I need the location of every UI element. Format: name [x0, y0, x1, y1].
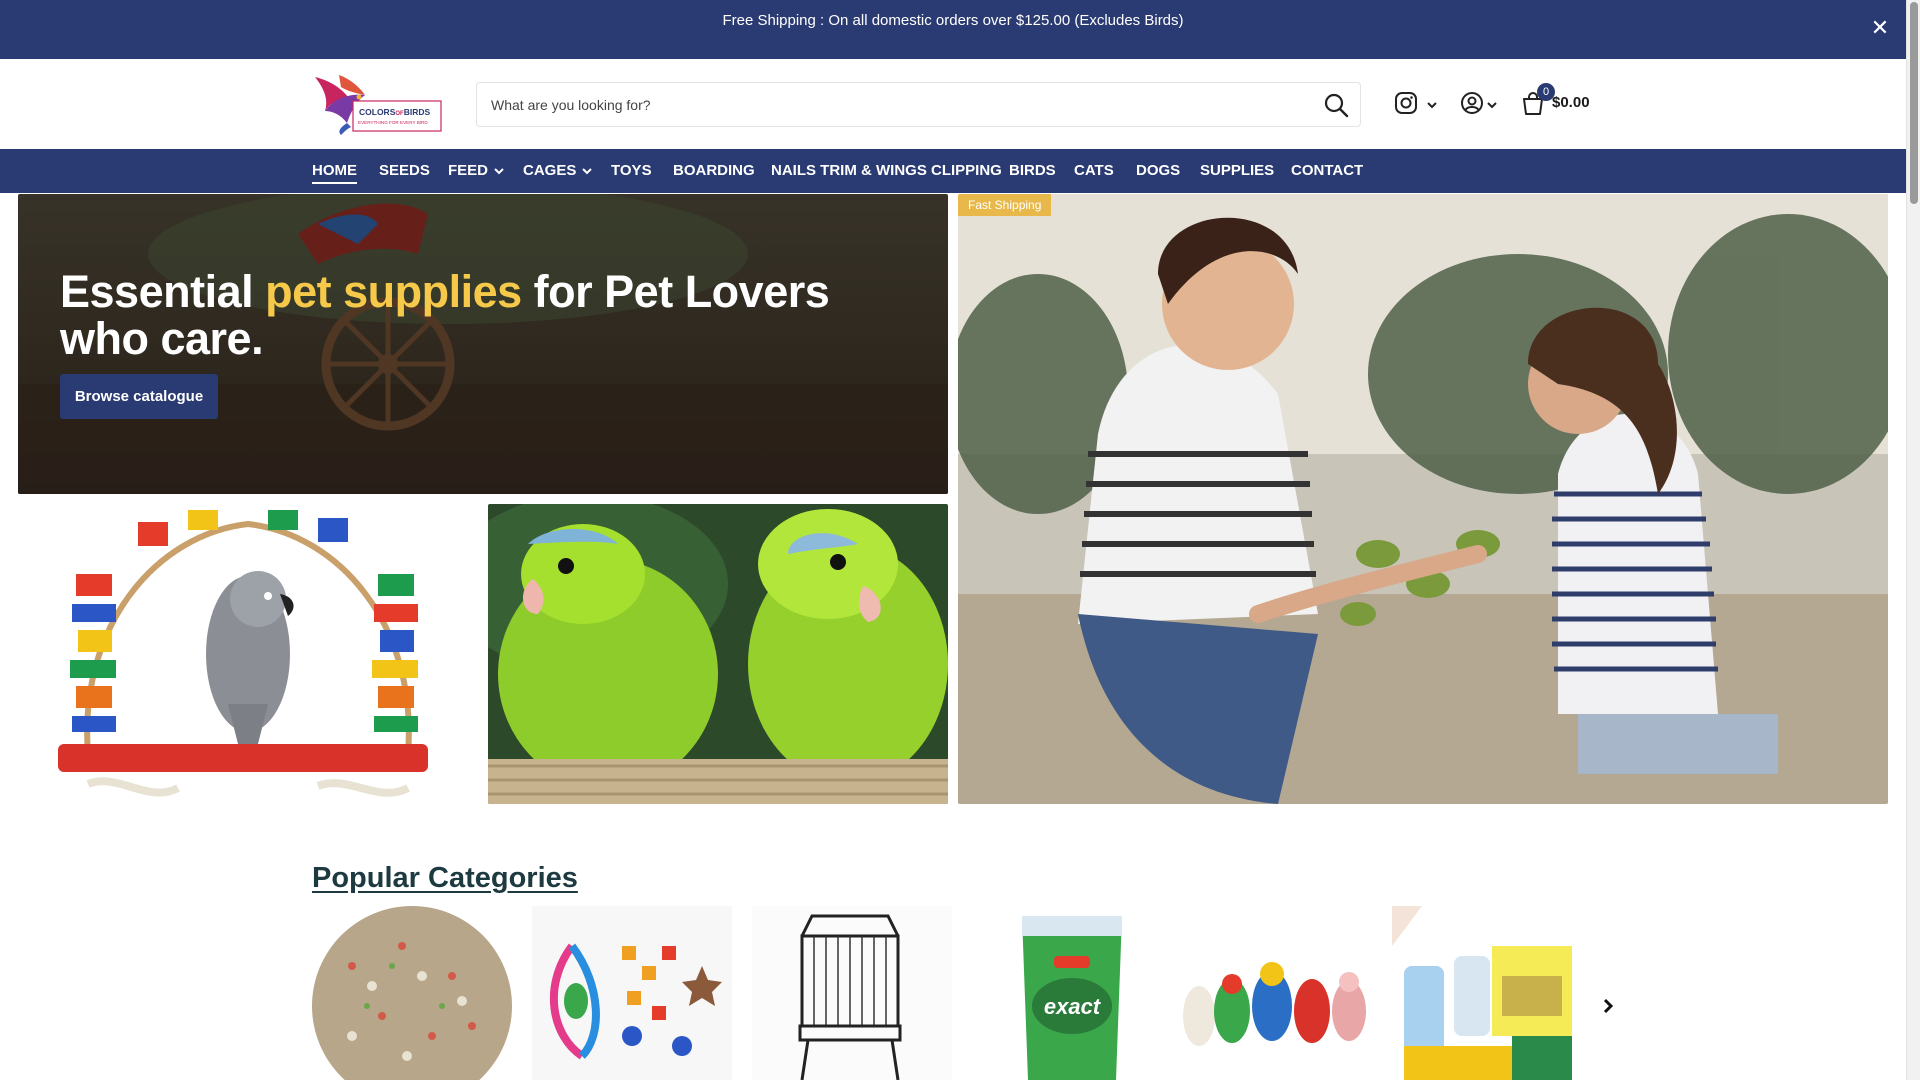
site-header: COLORSOFBIRDS EVERYTHING FOR EVERY BIRD [0, 59, 1906, 149]
hero-title-highlight: pet supplies [265, 266, 522, 317]
nav-item-dogs[interactable]: DOGS [1136, 149, 1180, 193]
scrollbar-thumb[interactable] [1910, 2, 1918, 204]
nav-item-birds[interactable]: BIRDS [1009, 149, 1056, 193]
category-item-seeds[interactable] [312, 906, 512, 1080]
nav-item-cages[interactable]: CAGES [523, 149, 593, 193]
category-item-birds[interactable] [1177, 906, 1377, 1080]
chevron-down-icon[interactable] [1426, 97, 1438, 115]
svg-text:EVERYTHING FOR EVERY BIRD: EVERYTHING FOR EVERY BIRD [358, 120, 428, 125]
search-box [476, 82, 1361, 127]
promo-tile-parrot-toy[interactable] [18, 504, 478, 804]
promo-tile-green-parrotlets[interactable] [488, 504, 948, 804]
fast-shipping-badge: Fast Shipping [958, 194, 1052, 216]
category-item-cages[interactable] [752, 906, 952, 1080]
close-announcement-button[interactable]: ✕ [1868, 16, 1892, 40]
announcement-text: Free Shipping : On all domestic orders o… [722, 12, 1184, 29]
site-logo[interactable]: COLORSOFBIRDS EVERYTHING FOR EVERY BIRD [311, 71, 445, 135]
nav-item-feed-label: FEED [448, 162, 489, 179]
nav-item-cats[interactable]: CATS [1074, 149, 1114, 193]
nav-item-contact[interactable]: CONTACT [1291, 149, 1363, 193]
nav-item-feed[interactable]: FEED [448, 149, 504, 193]
page-scrollbar[interactable] [1906, 0, 1920, 1080]
nav-item-nails-trim[interactable]: NAILS TRIM & WINGS CLIPPING [771, 149, 1002, 193]
announcement-bar: Free Shipping : On all domestic orders o… [0, 0, 1906, 59]
hero-title: Essential pet supplies for Pet Lovers wh… [60, 266, 830, 364]
nav-item-toys[interactable]: TOYS [611, 149, 652, 193]
category-item-toys[interactable] [532, 906, 732, 1080]
svg-text:exact: exact [1044, 994, 1102, 1019]
browse-catalogue-button[interactable]: Browse catalogue [60, 374, 218, 419]
cart-total[interactable]: $0.00 [1552, 94, 1590, 111]
account-chevron-down-icon[interactable] [1486, 97, 1498, 115]
nav-item-supplies[interactable]: SUPPLIES [1200, 149, 1274, 193]
nav-item-cages-label: CAGES [523, 162, 577, 179]
hero-banner[interactable]: Essential pet supplies for Pet Lovers wh… [18, 194, 948, 494]
instagram-icon[interactable] [1394, 91, 1418, 120]
chevron-down-icon [582, 149, 593, 193]
search-icon[interactable] [1322, 91, 1350, 119]
category-item-supplies[interactable] [1392, 906, 1592, 1080]
account-icon[interactable] [1460, 91, 1484, 120]
promo-tile-family-budgies[interactable]: Fast Shipping [958, 194, 1888, 804]
search-input[interactable] [491, 83, 1291, 126]
nav-item-home[interactable]: HOME [312, 149, 357, 184]
nav-item-seeds[interactable]: SEEDS [379, 149, 430, 193]
category-item-feed[interactable]: exact [972, 906, 1172, 1080]
svg-text:COLORSOFBIRDS: COLORSOFBIRDS [359, 107, 430, 117]
chevron-right-icon[interactable] [1598, 994, 1618, 1018]
chevron-down-icon [494, 149, 504, 193]
popular-categories-title: Popular Categories [312, 862, 578, 894]
main-nav: HOME SEEDS FEED CAGES TOYS BOARDING NAIL… [0, 149, 1906, 193]
nav-item-boarding[interactable]: BOARDING [673, 149, 755, 193]
